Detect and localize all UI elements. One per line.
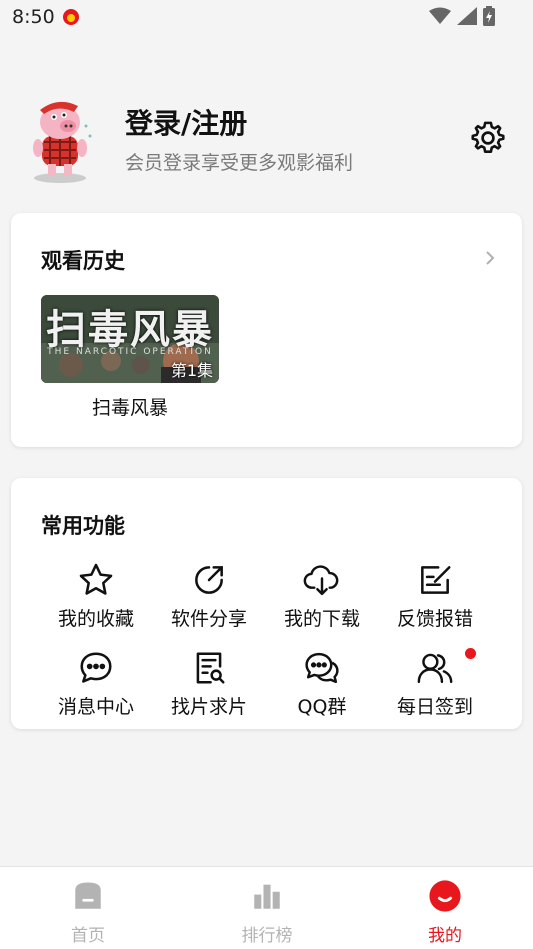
home-icon: [75, 882, 101, 909]
feature-label: 消息中心: [57, 696, 134, 718]
bar-chart-icon: [254, 884, 280, 909]
nav-mine[interactable]: 我的: [390, 879, 500, 946]
feature-share-app[interactable]: 软件分享: [153, 560, 265, 631]
settings-button[interactable]: [468, 118, 508, 158]
feature-qq-group[interactable]: QQ群: [266, 648, 378, 719]
history-item[interactable]: 扫毒风暴 THE NARCOTIC OPERATION 第1集 扫毒风暴: [41, 295, 219, 420]
feature-label: 我的收藏: [57, 608, 134, 630]
feature-label: QQ群: [297, 696, 347, 718]
share-icon: [195, 566, 223, 594]
poster-subtitle: THE NARCOTIC OPERATION: [47, 347, 213, 357]
feature-daily-checkin[interactable]: 每日签到: [379, 648, 491, 719]
battery-icon: [483, 6, 495, 30]
login-subtitle: 会员登录享受更多观影福利: [125, 152, 354, 174]
nav-label: 排行榜: [241, 926, 293, 946]
nav-ranking[interactable]: 排行榜: [212, 879, 322, 946]
status-icons: [429, 6, 495, 30]
cloud-download-icon: [303, 565, 339, 596]
bottom-navigation: 首页 排行榜 我的: [0, 866, 533, 949]
feedback-edit-icon: [421, 566, 451, 594]
signal-icon: [457, 7, 477, 29]
avatar[interactable]: [20, 96, 98, 184]
wifi-icon: [429, 7, 451, 29]
nav-label: 我的: [428, 926, 462, 946]
feature-label: 我的下载: [283, 608, 360, 630]
nav-home[interactable]: 首页: [33, 879, 143, 946]
history-item-name: 扫毒风暴: [91, 397, 168, 419]
watch-history-title: 观看历史: [41, 249, 125, 273]
feature-feedback[interactable]: 反馈报错: [379, 560, 491, 631]
status-bar: 8:50: [0, 0, 533, 36]
notification-app-icon: [62, 8, 80, 30]
feature-favorites[interactable]: 我的收藏: [40, 560, 152, 631]
document-search-icon: [196, 652, 225, 684]
feature-downloads[interactable]: 我的下载: [266, 560, 378, 631]
feature-messages[interactable]: 消息中心: [40, 648, 152, 719]
video-thumbnail[interactable]: 扫毒风暴 THE NARCOTIC OPERATION 第1集: [41, 295, 219, 383]
episode-label: 第1集: [170, 361, 213, 380]
common-features-title: 常用功能: [41, 514, 125, 538]
gear-icon: [471, 121, 505, 153]
users-icon: [417, 653, 453, 684]
feature-label: 找片求片: [170, 696, 247, 718]
common-features-card: 常用功能 我的收藏 软件分享 我的下载 反馈报错 消息中心 找片求片 QQ群 每…: [11, 478, 522, 729]
feature-label: 每日签到: [396, 696, 473, 718]
chat-bubbles-icon: [305, 652, 339, 684]
smile-icon: [429, 880, 461, 912]
feature-request-video[interactable]: 找片求片: [153, 648, 265, 719]
chat-bubble-icon: [80, 652, 112, 683]
feature-label: 反馈报错: [396, 608, 473, 630]
feature-label: 软件分享: [170, 608, 247, 630]
watch-history-card: 观看历史 扫毒风暴 THE NARCOTIC OPERATION 第1集 扫毒风…: [11, 213, 522, 447]
status-time: 8:50: [12, 6, 55, 28]
chevron-right-icon: [486, 251, 495, 265]
star-icon: [79, 563, 113, 595]
login-register-title[interactable]: 登录/注册: [125, 102, 247, 142]
nav-label: 首页: [71, 926, 105, 946]
notification-dot: [465, 648, 476, 659]
history-more-button[interactable]: [480, 247, 500, 269]
